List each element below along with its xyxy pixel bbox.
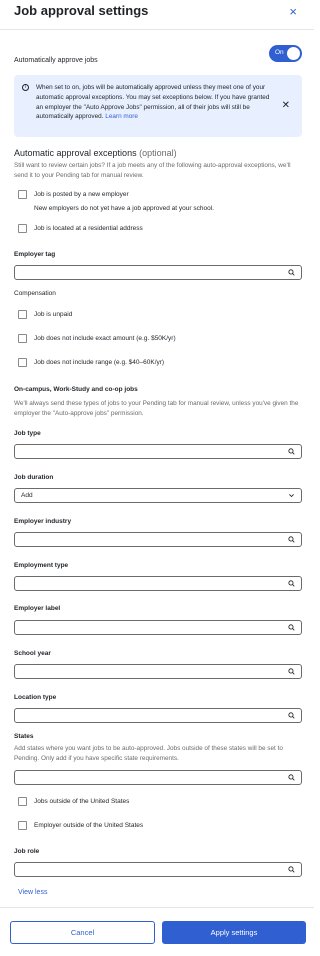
view-less-link[interactable]: View less [18, 889, 47, 896]
employer-tag-label: Employer tag [14, 251, 56, 258]
info-text: When set to on, jobs will be automatical… [36, 83, 276, 122]
location-type-label: Location type [14, 694, 57, 701]
auto-approve-toggle[interactable]: On [269, 45, 302, 62]
no-range-checkbox[interactable] [18, 358, 27, 367]
new-employer-checkbox[interactable] [18, 190, 27, 199]
info-icon: i [22, 84, 29, 91]
no-exact-amount-label: Job does not include exact amount (e.g. … [34, 335, 176, 342]
search-icon [288, 269, 295, 276]
exceptions-description: Still want to review certain jobs? If a … [14, 162, 291, 179]
states-label: States [14, 733, 34, 740]
location-type-input[interactable] [14, 708, 302, 723]
apply-settings-button[interactable]: Apply settings [162, 921, 306, 944]
unpaid-checkbox[interactable] [18, 310, 27, 319]
auto-approve-row: Automatically approve jobs On [14, 45, 302, 64]
exceptions-title: Automatic approval exceptions (optional) [14, 148, 177, 158]
search-icon [288, 774, 295, 781]
search-icon [288, 580, 295, 587]
job-role-input[interactable] [14, 862, 302, 877]
school-year-label: School year [14, 650, 51, 657]
job-type-label: Job type [14, 430, 41, 437]
search-icon [288, 712, 295, 719]
cancel-button[interactable]: Cancel [10, 921, 155, 944]
employer-industry-label: Employer industry [14, 518, 72, 525]
info-banner: i When set to on, jobs will be automatic… [14, 75, 302, 137]
new-employer-hint: New employers do not yet have a job appr… [34, 205, 214, 212]
employer-tag-input[interactable] [14, 265, 302, 280]
residential-label: Job is located at a residential address [34, 225, 143, 232]
no-exact-amount-checkbox[interactable] [18, 334, 27, 343]
search-icon [288, 624, 295, 631]
new-employer-label: Job is posted by a new employer [34, 191, 129, 198]
oncampus-title: On-campus, Work-Study and co-op jobs [14, 386, 138, 393]
job-role-label: Job role [14, 848, 40, 855]
job-duration-label: Job duration [14, 474, 54, 481]
states-input[interactable] [14, 770, 302, 785]
auto-approve-label: Automatically approve jobs [14, 57, 98, 64]
toggle-state-label: On [275, 49, 284, 56]
residential-checkbox[interactable] [18, 224, 27, 233]
search-icon [288, 448, 295, 455]
jobs-outside-us-checkbox[interactable] [18, 797, 27, 806]
employer-outside-us-label: Employer outside of the United States [34, 822, 144, 829]
dialog-title: Job approval settings [14, 3, 149, 18]
search-icon [288, 668, 295, 675]
unpaid-label: Job is unpaid [34, 311, 73, 318]
compensation-label: Compensation [14, 290, 56, 297]
job-duration-select[interactable]: Add [14, 488, 302, 503]
search-icon [288, 536, 295, 543]
no-range-label: Job does not include range (e.g. $40–60K… [34, 359, 165, 366]
jobs-outside-us-label: Jobs outside of the United States [34, 798, 130, 805]
states-description: Add states where you want jobs to be aut… [14, 745, 283, 762]
optional-label: (optional) [139, 148, 177, 158]
oncampus-description: We'll always send these types of jobs to… [14, 400, 299, 417]
toggle-knob [287, 47, 300, 60]
employer-outside-us-checkbox[interactable] [18, 821, 27, 830]
dismiss-info-icon[interactable]: ✕ [282, 100, 290, 111]
employment-type-input[interactable] [14, 576, 302, 591]
close-icon[interactable]: × [289, 5, 297, 18]
job-type-input[interactable] [14, 444, 302, 459]
chevron-down-icon [289, 494, 294, 498]
employer-label-input[interactable] [14, 620, 302, 635]
dialog-footer: Cancel Apply settings [0, 907, 314, 956]
school-year-input[interactable] [14, 664, 302, 679]
employer-label-label: Employer label [14, 605, 61, 612]
search-icon [288, 866, 295, 873]
job-duration-value: Add [21, 492, 33, 499]
dialog-header: Job approval settings × [0, 0, 314, 30]
employer-industry-input[interactable] [14, 532, 302, 547]
exceptions-title-text: Automatic approval exceptions [14, 148, 137, 158]
employment-type-label: Employment type [14, 562, 69, 569]
learn-more-link[interactable]: Learn more [105, 113, 138, 120]
info-body: When set to on, jobs will be automatical… [36, 84, 270, 121]
